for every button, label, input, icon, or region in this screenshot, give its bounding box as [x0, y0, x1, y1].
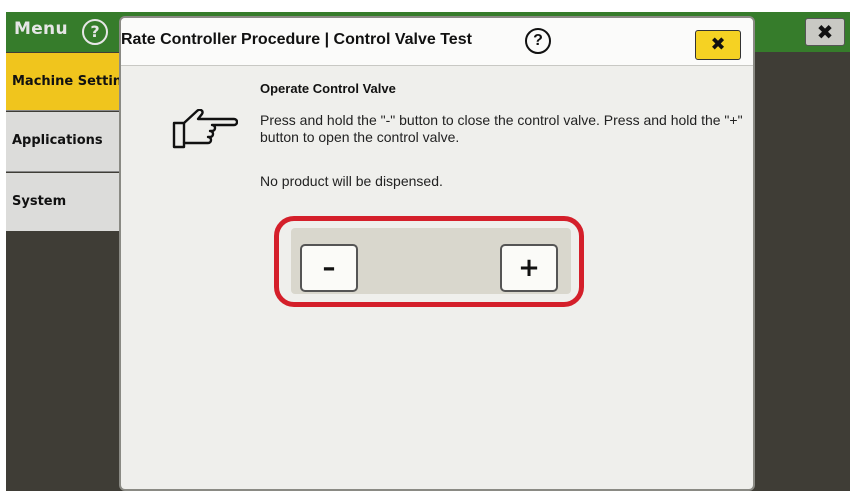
- menu-label[interactable]: Menu: [14, 19, 68, 39]
- window-close-button[interactable]: ✖: [805, 18, 845, 46]
- dialog-title: Rate Controller Procedure | Control Valv…: [121, 31, 472, 48]
- dialog-header: Rate Controller Procedure | Control Valv…: [121, 18, 753, 66]
- instructions-text: Press and hold the "-" button to close t…: [260, 112, 743, 145]
- sidebar-item-applications[interactable]: Applications: [6, 112, 121, 172]
- note-text: No product will be dispensed.: [260, 173, 443, 189]
- section-title: Operate Control Valve: [260, 81, 396, 96]
- menu-help-icon[interactable]: ?: [82, 19, 108, 45]
- dialog-close-button[interactable]: ✖: [695, 30, 741, 60]
- pointing-hand-icon: [172, 109, 238, 149]
- highlight-outline: [274, 216, 584, 307]
- sidebar-item-system[interactable]: System: [6, 173, 121, 231]
- dialog-help-icon[interactable]: ?: [525, 28, 551, 54]
- sidebar-item-machine-settings[interactable]: Machine Settings: [6, 53, 121, 111]
- control-valve-dialog: Rate Controller Procedure | Control Valv…: [119, 16, 755, 491]
